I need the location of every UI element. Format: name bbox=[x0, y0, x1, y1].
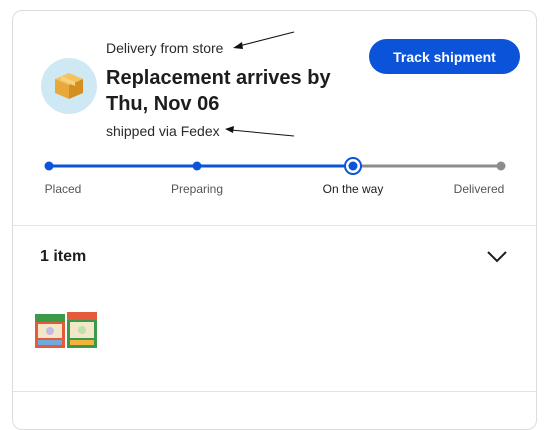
arrow-annotation-bottom bbox=[225, 126, 295, 137]
step-label-preparing: Preparing bbox=[170, 182, 224, 196]
chevron-down-icon[interactable] bbox=[485, 247, 509, 265]
step-label-placed: Placed bbox=[44, 182, 82, 196]
annotation-arrows bbox=[225, 31, 295, 137]
shipment-progress: Placed Preparing On the way Delivered bbox=[13, 151, 536, 201]
step-dot-placed bbox=[44, 161, 54, 171]
progress-track bbox=[44, 157, 506, 175]
step-dot-preparing bbox=[192, 161, 202, 171]
step-dot-delivered bbox=[496, 161, 506, 171]
product-box-1 bbox=[35, 314, 65, 348]
section-divider bbox=[13, 225, 536, 226]
order-card: Delivery from store Replacement arrives … bbox=[12, 10, 537, 430]
product-box-2 bbox=[67, 312, 97, 348]
step-label-on-the-way: On the way bbox=[322, 182, 384, 196]
bottom-divider bbox=[13, 391, 536, 392]
items-count: 1 item bbox=[40, 248, 87, 265]
product-thumbnail[interactable] bbox=[33, 308, 99, 350]
arrow-annotation-top bbox=[233, 31, 295, 49]
step-label-delivered: Delivered bbox=[453, 182, 505, 196]
step-dot-on-the-way-inner bbox=[348, 161, 358, 171]
